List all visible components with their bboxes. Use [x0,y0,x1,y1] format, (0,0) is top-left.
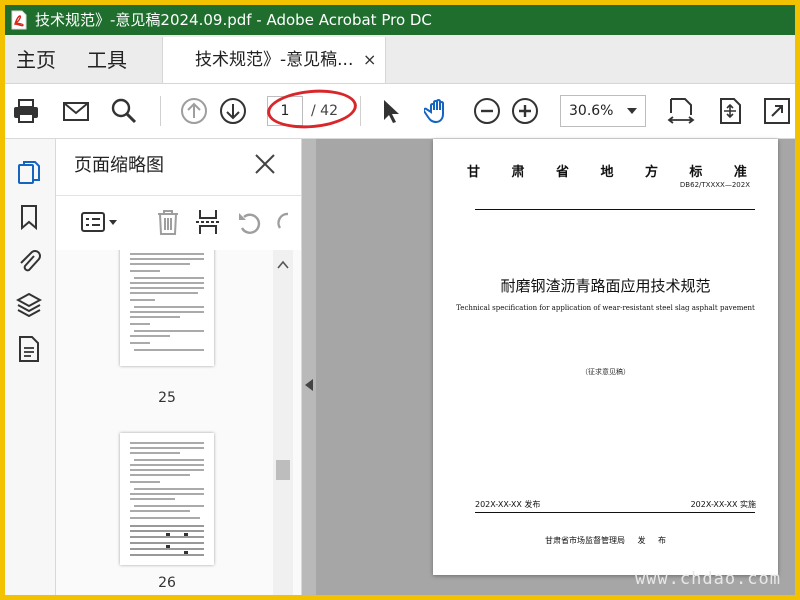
attachment-icon[interactable] [16,247,42,275]
draft-note: （征求意见稿） [581,368,630,376]
zoom-out-icon[interactable] [473,97,501,125]
header-char: 省 [555,165,569,180]
app-window: 技术规范》-意见稿2024.09.pdf - Adobe Acrobat Pro… [5,5,795,595]
layers-icon[interactable] [16,291,42,319]
thumbnail-list: 25 26 [56,250,301,595]
panel-title: 页面缩略图 [74,155,164,176]
header-char: 地 [600,165,614,180]
panel-collapse-handle[interactable] [302,139,316,595]
thumbnail-label-26: 26 [158,575,176,591]
zoom-select[interactable]: 30.6% [560,95,646,127]
print-icon[interactable] [12,97,40,125]
hand-tool-icon[interactable] [424,97,452,125]
email-icon[interactable] [62,97,90,125]
thumbnail-page-25[interactable] [120,250,214,366]
search-icon[interactable] [110,97,138,125]
document-subtitle-en: Technical specification for application … [456,304,755,312]
close-icon[interactable] [254,153,276,175]
document-tab[interactable]: 技术规范》-意见稿... × [162,37,386,83]
header-char: 准 [733,165,747,180]
standard-header: 甘 肃 省 地 方 标 准 [467,161,747,180]
header-char: 标 [689,165,703,180]
rotate-right-icon[interactable] [276,208,290,236]
bookmark-icon[interactable] [16,203,42,231]
page-preview [130,253,204,351]
document-properties-icon[interactable] [16,335,42,363]
thumbnail-label-25: 25 [158,390,176,406]
header-char: 甘 [467,165,481,180]
nav-home[interactable]: 主页 [16,35,56,83]
document-view: 甘 肃 省 地 方 标 准 DB62/TXXXX—202X 耐磨钢渣沥青路面应用… [302,139,795,595]
thumbnail-options-icon[interactable] [80,208,120,236]
thumbnail-panel: 页面缩略图 25 26 [56,139,302,595]
page-preview [130,442,204,556]
full-screen-icon[interactable] [763,97,791,125]
fit-page-icon[interactable] [716,97,744,125]
rotate-left-icon[interactable] [236,208,264,236]
fit-width-icon[interactable] [667,97,695,125]
chevron-up-icon[interactable] [277,260,289,270]
scrollbar-thumb[interactable] [276,460,290,480]
panel-toolbar [56,195,301,251]
tab-close-icon[interactable]: × [363,37,376,83]
toolbar-separator [360,96,361,126]
footer-rule [475,512,755,513]
chevron-down-icon [627,108,637,114]
navigation-rail [5,139,56,595]
document-title: 耐磨钢渣沥青路面应用技术规范 [500,277,711,295]
thumbnail-page-26[interactable] [120,433,214,565]
select-cursor-icon[interactable] [376,97,404,125]
site-watermark: www.chdao.com [634,569,781,589]
toolbar-separator [160,96,161,126]
release-date: 202X-XX-XX 发布 [475,500,541,509]
pdf-page: 甘 肃 省 地 方 标 准 DB62/TXXXX—202X 耐磨钢渣沥青路面应用… [433,139,778,575]
window-title: 技术规范》-意见稿2024.09.pdf - Adobe Acrobat Pro… [35,11,432,29]
zoom-value: 30.6% [569,103,614,119]
zoom-in-icon[interactable] [511,97,539,125]
standard-code: DB62/TXXXX—202X [679,181,750,189]
nav-tools[interactable]: 工具 [87,35,127,83]
header-char: 肃 [511,165,525,180]
tab-bar: 主页 工具 技术规范》-意见稿... × [5,35,795,84]
main-toolbar: 1 / 42 30.6% [5,84,795,139]
title-bar: 技术规范》-意见稿2024.09.pdf - Adobe Acrobat Pro… [5,5,795,35]
next-page-icon[interactable] [219,97,247,125]
page-thumbnails-icon[interactable] [16,159,42,187]
previous-page-icon[interactable] [180,97,208,125]
thumbnail-scrollbar[interactable] [273,250,293,595]
implement-date: 202X-XX-XX 实施 [690,500,756,509]
issuer: 甘肃省市场监督管理局 发 布 [544,536,667,545]
chevron-left-icon [305,379,313,391]
extract-page-icon[interactable] [194,208,222,236]
document-tab-label: 技术规范》-意见稿... [195,50,354,70]
delete-icon[interactable] [154,208,182,236]
header-rule [475,209,755,210]
header-char: 方 [644,165,658,180]
acrobat-file-icon [11,10,27,30]
